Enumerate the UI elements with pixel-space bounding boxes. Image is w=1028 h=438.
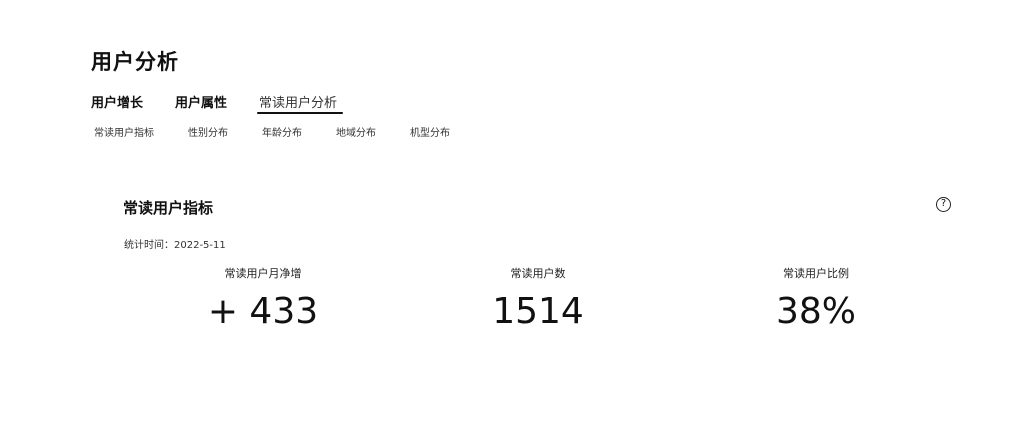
sub-tabs: 常读用户指标 性别分布 年龄分布 地域分布 机型分布 [94, 124, 484, 139]
card-title: 常读用户指标 [123, 199, 214, 217]
subtab-age-distribution[interactable]: 年龄分布 [262, 124, 302, 139]
metric-label: 常读用户比例 [783, 267, 849, 280]
metric-label: 常读用户月净增 [224, 267, 302, 280]
metric-frequent-reader-count: 常读用户数 1514 [428, 265, 648, 333]
subtab-region-distribution[interactable]: 地域分布 [336, 124, 376, 139]
metric-label: 常读用户数 [510, 267, 566, 280]
metric-value: 38% [775, 291, 856, 332]
subtab-device-distribution[interactable]: 机型分布 [410, 124, 450, 139]
tab-frequent-reader-analysis[interactable]: 常读用户分析 [257, 92, 344, 118]
page-title: 用户分析 [91, 50, 179, 74]
page: 用户分析 用户增长 用户属性 常读用户分析 常读用户指标 性别分布 年龄分布 地… [0, 0, 1028, 438]
tab-user-attributes[interactable]: 用户属性 [175, 92, 227, 118]
subtab-gender-distribution[interactable]: 性别分布 [188, 124, 228, 139]
metric-value: 1514 [492, 291, 584, 332]
subtab-frequent-reader-metrics[interactable]: 常读用户指标 [94, 124, 154, 139]
metric-frequent-reader-ratio: 常读用户比例 38% [706, 265, 926, 333]
metric-monthly-net-increase: 常读用户月净增 + 433 [153, 265, 373, 333]
main-tabs: 用户增长 用户属性 常读用户分析 [91, 92, 369, 118]
metric-value: + 433 [207, 291, 319, 332]
question-circle-icon[interactable]: ? [936, 197, 951, 212]
tab-user-growth[interactable]: 用户增长 [91, 92, 143, 118]
stat-date: 统计时间：2022-5-11 [124, 240, 226, 251]
